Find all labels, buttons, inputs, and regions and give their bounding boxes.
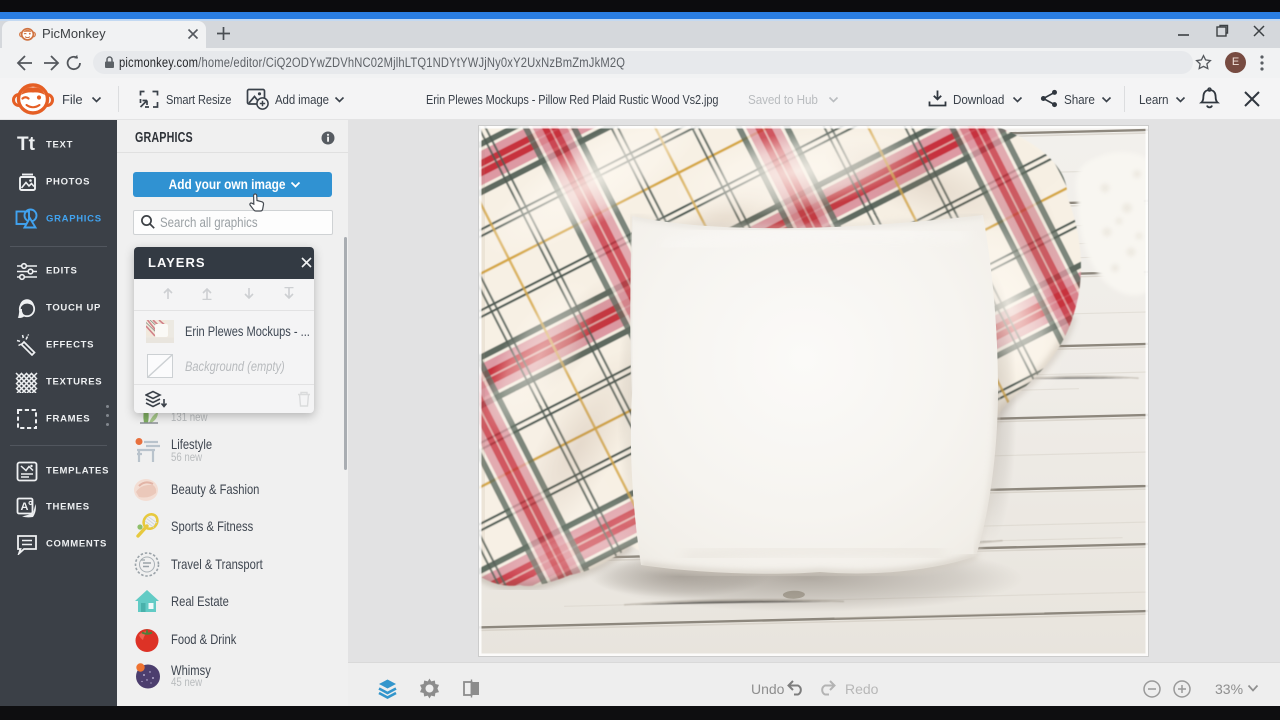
svg-text:A: A xyxy=(21,501,29,513)
